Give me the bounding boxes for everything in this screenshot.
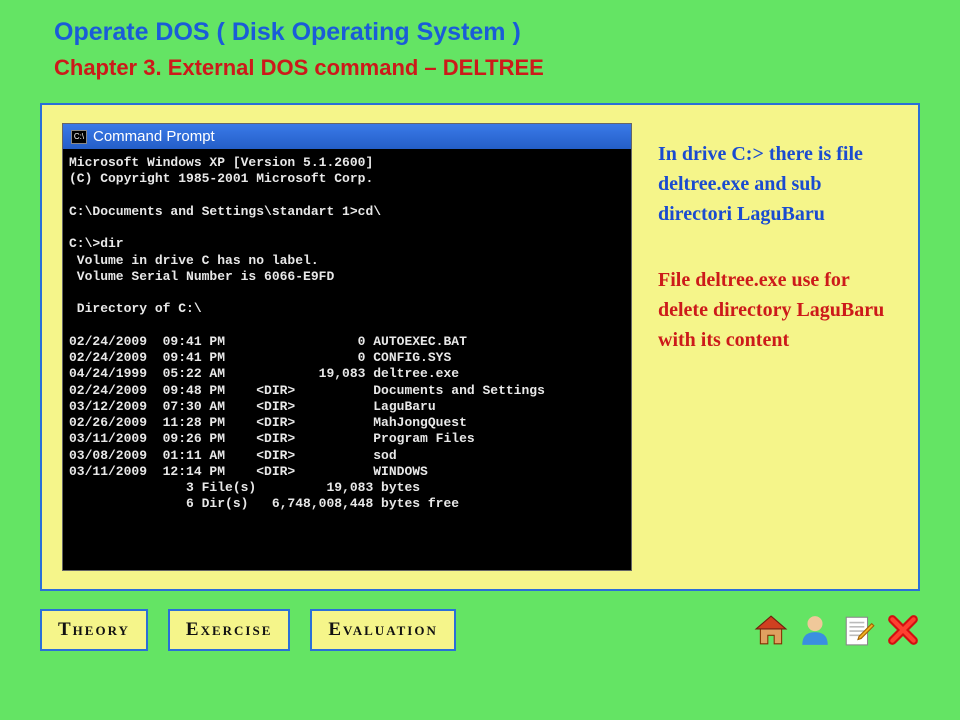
evaluation-button[interactable]: Evaluation bbox=[310, 609, 456, 651]
edit-icon[interactable] bbox=[842, 613, 876, 647]
command-prompt-titlebar: C:\ Command Prompt bbox=[63, 124, 631, 149]
command-prompt-window: C:\ Command Prompt Microsoft Windows XP … bbox=[62, 123, 632, 571]
lesson-panel: C:\ Command Prompt Microsoft Windows XP … bbox=[40, 103, 920, 591]
command-prompt-title: Command Prompt bbox=[93, 128, 215, 145]
home-icon[interactable] bbox=[754, 613, 788, 647]
bottom-bar: Theory Exercise Evaluation bbox=[40, 609, 920, 651]
command-prompt-output: Microsoft Windows XP [Version 5.1.2600] … bbox=[63, 149, 631, 570]
explanation-text-1: In drive C:> there is file deltree.exe a… bbox=[658, 139, 894, 229]
chapter-title: Chapter 3. External DOS command – DELTRE… bbox=[54, 55, 938, 81]
course-title: Operate DOS ( Disk Operating System ) bbox=[54, 18, 938, 47]
cmd-icon: C:\ bbox=[71, 130, 87, 144]
exercise-button[interactable]: Exercise bbox=[168, 609, 290, 651]
toolbar-icons bbox=[754, 613, 920, 647]
explanation-text-2: File deltree.exe use for delete director… bbox=[658, 265, 894, 355]
explanation-pane: In drive C:> there is file deltree.exe a… bbox=[654, 123, 898, 571]
close-icon[interactable] bbox=[886, 613, 920, 647]
theory-button[interactable]: Theory bbox=[40, 609, 148, 651]
user-icon[interactable] bbox=[798, 613, 832, 647]
